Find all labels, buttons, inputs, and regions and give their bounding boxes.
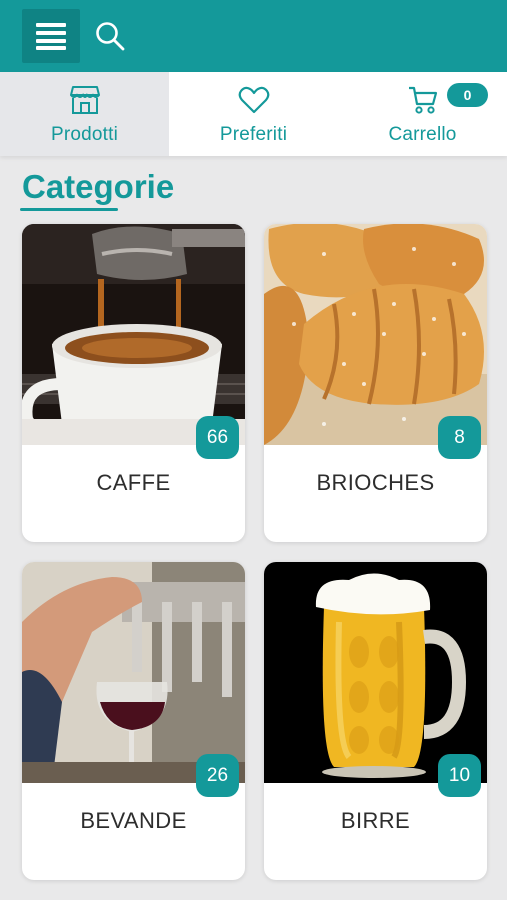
tab-label: Carrello xyxy=(388,124,457,145)
tab-label: Prodotti xyxy=(50,124,119,145)
cart-icon xyxy=(408,86,437,114)
heart-icon xyxy=(238,86,269,114)
title-underline xyxy=(20,208,118,211)
product-count-badge: 8 xyxy=(438,416,481,459)
tab-bar: Prodotti Preferiti Carrello xyxy=(0,72,507,156)
menu-button[interactable] xyxy=(22,9,80,63)
category-name: BEVANDE xyxy=(80,808,187,833)
category-card-birre[interactable]: 10 BIRRE xyxy=(264,562,487,880)
product-count-badge: 10 xyxy=(438,754,481,797)
category-name: CAFFE xyxy=(96,470,171,495)
store-icon xyxy=(69,86,100,114)
search-icon xyxy=(96,22,125,51)
page-title: Categorie xyxy=(22,168,175,205)
beer-mug-photo xyxy=(264,562,487,783)
product-count-badge: 26 xyxy=(196,754,239,797)
tab-label: Preferiti xyxy=(219,124,288,145)
product-count-badge: 66 xyxy=(196,416,239,459)
wine-tap-photo xyxy=(22,562,245,783)
espresso-photo xyxy=(22,224,245,445)
croissant-photo xyxy=(264,224,487,445)
category-card-brioches[interactable]: 8 BRIOCHES xyxy=(264,224,487,542)
cart-count-badge: 0 xyxy=(447,83,488,107)
category-name: BRIOCHES xyxy=(316,470,435,495)
category-name: BIRRE xyxy=(340,808,411,833)
tab-preferiti[interactable]: Preferiti xyxy=(169,72,338,156)
hamburger-menu-icon xyxy=(36,23,66,50)
search-button[interactable] xyxy=(90,16,130,56)
category-card-bevande[interactable]: 26 BEVANDE xyxy=(22,562,245,880)
top-app-bar xyxy=(0,0,507,72)
category-card-caffe[interactable]: 66 CAFFE xyxy=(22,224,245,542)
tab-prodotti[interactable]: Prodotti xyxy=(0,72,169,156)
